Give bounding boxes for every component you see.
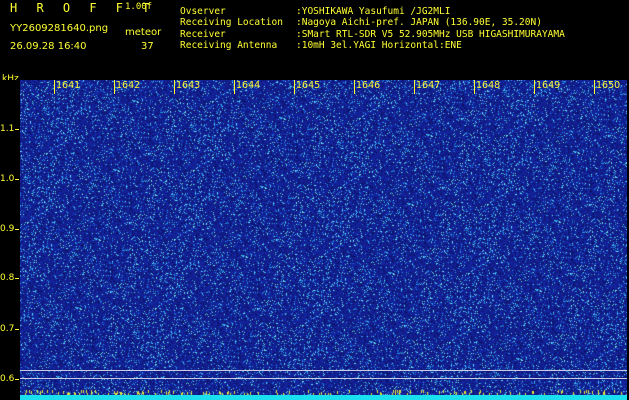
noise-floor-band bbox=[20, 395, 627, 400]
y-tick: 1.1 bbox=[0, 124, 19, 134]
reference-line-upper bbox=[20, 370, 627, 371]
x-tick-mark bbox=[234, 80, 235, 94]
x-tick-label: 1649 bbox=[536, 80, 561, 91]
x-tick-label: 1642 bbox=[116, 80, 141, 91]
x-tick-label: 1643 bbox=[176, 80, 201, 91]
x-tick-mark bbox=[174, 80, 175, 94]
header-panel: H R O F F T 1.00f YY2609281640.png meteo… bbox=[0, 0, 629, 84]
observer-label: Ovserver bbox=[180, 6, 226, 17]
x-tick-label: 1641 bbox=[56, 80, 81, 91]
x-tick-label: 1646 bbox=[356, 80, 381, 91]
x-tick-label: 1647 bbox=[416, 80, 441, 91]
y-tick: 0.7 bbox=[0, 324, 19, 334]
y-tick: 0.6 bbox=[0, 374, 19, 384]
x-tick-mark bbox=[474, 80, 475, 94]
location-value: :Nagoya Aichi-pref. JAPAN (136.90E, 35.2… bbox=[296, 17, 542, 28]
y-axis: 1.1 1.0 0.9 0.8 0.7 0.6 bbox=[0, 80, 20, 400]
antenna-value: :10mH 3el.YAGI Horizontal:ENE bbox=[296, 40, 462, 51]
x-tick-label: 1648 bbox=[476, 80, 501, 91]
x-tick-label: 1645 bbox=[296, 80, 321, 91]
x-tick-mark bbox=[114, 80, 115, 94]
y-tick: 0.8 bbox=[0, 273, 19, 283]
x-tick-mark bbox=[534, 80, 535, 94]
x-tick-label: 1644 bbox=[236, 80, 261, 91]
meteor-count: 37 bbox=[141, 41, 154, 52]
receiver-label: Receiver bbox=[180, 29, 226, 40]
datetime-label: 26.09.28 16:40 bbox=[10, 41, 87, 52]
filename-label: YY2609281640.png bbox=[10, 23, 109, 34]
reference-line-lower bbox=[20, 378, 627, 379]
observer-value: :YOSHIKAWA Yasufumi /JG2MLI bbox=[296, 6, 451, 17]
receiver-value: :SMart RTL-SDR V5 52.905MHz USB HIGASHIM… bbox=[296, 29, 565, 40]
x-tick-mark bbox=[54, 80, 55, 94]
version-label: 1.00f bbox=[125, 2, 153, 12]
y-tick: 0.9 bbox=[0, 224, 19, 234]
x-tick-mark bbox=[354, 80, 355, 94]
x-tick-mark bbox=[294, 80, 295, 94]
location-label: Receiving Location bbox=[180, 17, 283, 28]
x-tick-mark bbox=[414, 80, 415, 94]
x-tick-label: 1650 bbox=[596, 80, 621, 91]
antenna-label: Receiving Antenna bbox=[180, 40, 278, 51]
y-tick: 1.0 bbox=[0, 174, 19, 184]
mode-label: meteor bbox=[125, 27, 162, 38]
spectrogram-plot: 1641 1642 1643 1644 1645 1646 1647 1648 … bbox=[20, 80, 627, 400]
x-tick-mark bbox=[594, 80, 595, 94]
spectrogram-canvas bbox=[20, 80, 627, 400]
